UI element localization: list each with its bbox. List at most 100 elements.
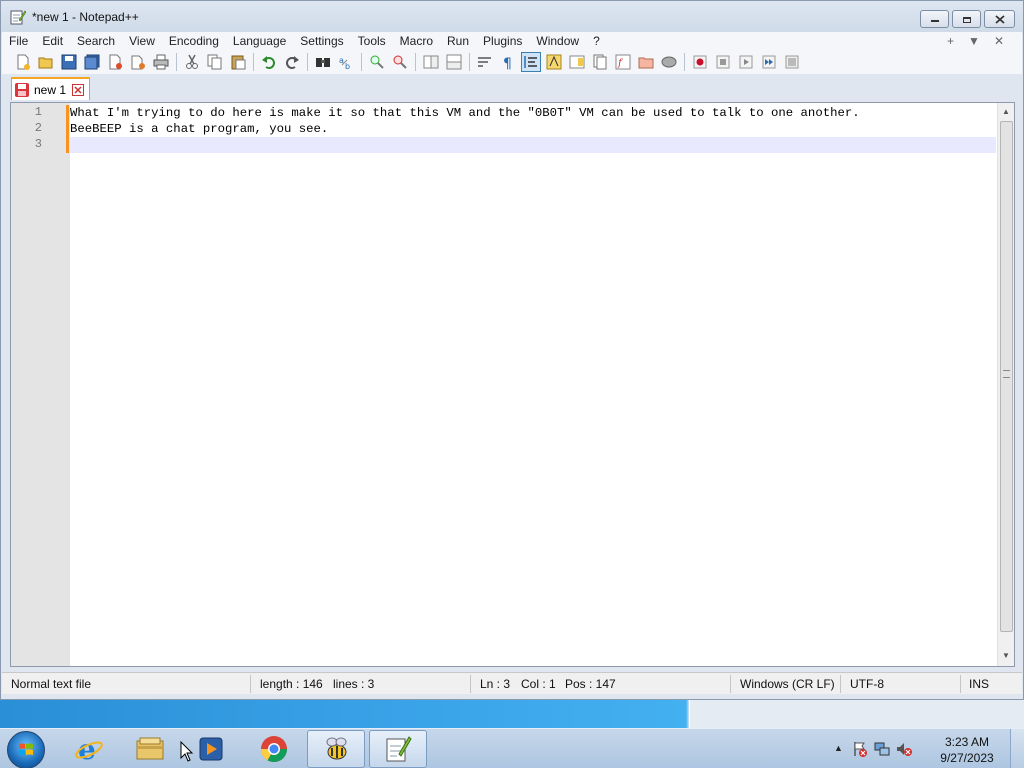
redo-button[interactable] [282,52,302,72]
scroll-thumb[interactable] [1000,121,1013,632]
chrome-icon [260,736,288,763]
menu-encoding[interactable]: Encoding [162,32,226,50]
scroll-down-icon[interactable]: ▼ [1002,651,1010,660]
function-list-button[interactable]: f [613,52,633,72]
zoom-out-icon [393,55,407,69]
code-line-current[interactable] [70,137,996,153]
run-macro-multiple-button[interactable] [759,52,779,72]
copy-button[interactable] [205,52,225,72]
save-all-button[interactable] [82,52,102,72]
show-all-chars-icon: ¶ [503,56,512,70]
zoom-out-button[interactable] [390,52,410,72]
network-icon[interactable] [874,741,890,757]
replace-button[interactable]: ab [336,52,356,72]
cut-button[interactable] [182,52,202,72]
save-button[interactable] [59,52,79,72]
notepadpp-window: *new 1 - Notepad++ File Edit Search View… [0,0,1024,700]
close-button[interactable] [984,10,1015,28]
folder-workspace-button[interactable] [636,52,656,72]
record-macro-button[interactable] [690,52,710,72]
taskbar-file-explorer[interactable] [121,730,179,768]
line-number: 2 [34,121,42,135]
save-icon [61,54,77,70]
menu-tools[interactable]: Tools [351,32,393,50]
taskbar-notepadpp[interactable] [369,730,427,768]
save-macro-button[interactable] [782,52,802,72]
open-file-button[interactable] [36,52,56,72]
undo-button[interactable] [259,52,279,72]
menu-file[interactable]: File [2,32,35,50]
menu-settings[interactable]: Settings [293,32,350,50]
toolbar-separator [469,53,470,71]
play-macro-button[interactable] [736,52,756,72]
tab-close-icon[interactable] [72,84,84,96]
word-wrap-button[interactable] [475,52,495,72]
show-all-chars-button[interactable]: ¶ [498,52,518,72]
show-hidden-icons-arrow[interactable]: ▲ [834,743,843,753]
doc-list-button[interactable] [590,52,610,72]
menu-edit[interactable]: Edit [35,32,70,50]
menu-search[interactable]: Search [70,32,122,50]
tab-new-1[interactable]: new 1 [11,77,90,100]
doc-map-button[interactable] [567,52,587,72]
find-button[interactable] [313,52,333,72]
menu-macro[interactable]: Macro [393,32,440,50]
taskbar-chrome[interactable] [245,730,303,768]
folder-workspace-icon [638,57,654,69]
close-file-button[interactable] [105,52,125,72]
doc-map-icon [569,55,585,69]
show-desktop-button[interactable] [1010,729,1024,768]
paste-button[interactable] [228,52,248,72]
grip-icon [1003,370,1010,378]
start-button[interactable] [7,731,45,768]
menu-window[interactable]: Window [529,32,586,50]
editor-pane[interactable]: 1 2 3 What I'm trying to do here is make… [10,102,1015,667]
minimize-button[interactable] [920,10,949,28]
sync-horizontal-button[interactable] [444,52,464,72]
menu-view[interactable]: View [122,32,162,50]
maximize-button[interactable] [952,10,981,28]
taskbar-internet-explorer[interactable]: e [60,730,118,768]
status-eol[interactable]: Windows (CR LF) [740,677,835,691]
close-all-icon [131,55,145,70]
clock-date: 9/27/2023 [940,751,994,765]
status-divider [960,675,961,693]
open-file-icon [38,57,53,69]
redo-icon [286,56,299,69]
close-all-button[interactable] [128,52,148,72]
title-bar[interactable]: *new 1 - Notepad++ [1,1,1023,33]
tab-list-dropdown[interactable]: ▼ [968,32,980,50]
taskbar-beebeep[interactable] [307,730,365,768]
menu-language[interactable]: Language [226,32,293,50]
taskbar-clock[interactable]: 3:23 AM 9/27/2023 [932,734,1002,766]
status-encoding[interactable]: UTF-8 [850,677,884,691]
monitoring-button[interactable] [659,52,679,72]
zoom-in-button[interactable] [367,52,387,72]
menu-plugins[interactable]: Plugins [476,32,529,50]
media-player-icon [199,737,223,761]
stop-macro-button[interactable] [713,52,733,72]
udl-button[interactable] [544,52,564,72]
status-divider [730,675,731,693]
volume-muted-icon[interactable] [896,741,912,757]
desktop-strip [0,700,1024,728]
close-doc-button[interactable]: ✕ [994,32,1004,50]
sync-vertical-button[interactable] [421,52,441,72]
indent-guide-button[interactable] [521,52,541,72]
menu-help[interactable]: ? [586,32,607,50]
menu-run[interactable]: Run [440,32,476,50]
new-file-button[interactable] [13,52,33,72]
toolbar-separator [415,53,416,71]
new-tab-button[interactable]: + [947,32,954,50]
sync-h-icon [446,54,462,70]
code-line[interactable]: BeeBEEP is a chat program, you see. [70,121,996,137]
code-line[interactable]: What I'm trying to do here is make it so… [70,105,996,121]
status-insert-mode[interactable]: INS [969,677,989,691]
notepadpp-app-icon [10,10,26,25]
print-button[interactable] [151,52,171,72]
vertical-scrollbar[interactable]: ▲ ▼ [997,103,1014,666]
scroll-up-icon[interactable]: ▲ [1002,107,1010,116]
action-center-icon[interactable] [852,741,868,757]
replace-icon: ab [339,56,350,70]
text-area[interactable]: What I'm trying to do here is make it so… [70,103,996,666]
